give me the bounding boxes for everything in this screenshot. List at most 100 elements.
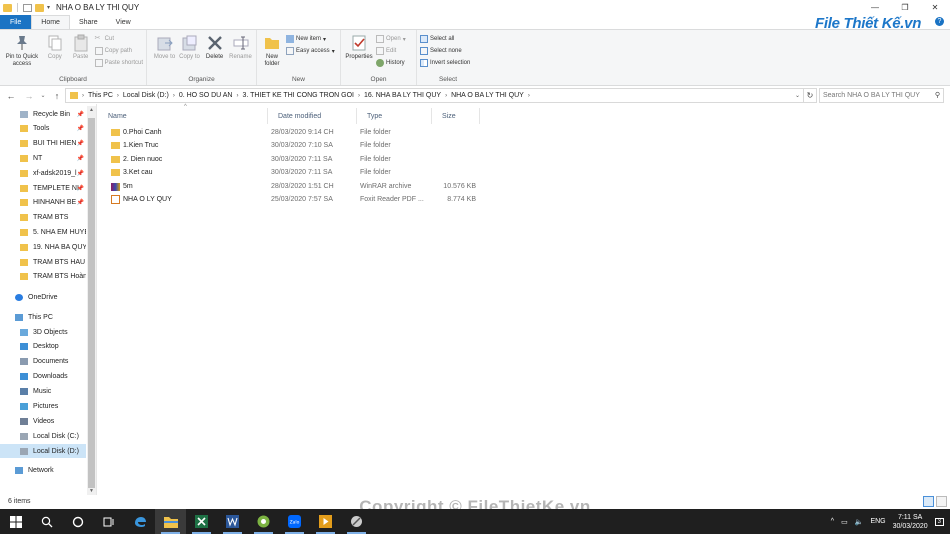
app-tools-icon[interactable] (341, 509, 372, 534)
nav-scroll-thumb[interactable] (88, 118, 95, 488)
nav-quick-access-item[interactable]: HINHANH BE 📌 (0, 196, 86, 210)
input-language[interactable]: ENG (870, 518, 885, 525)
chevron-right-icon[interactable]: › (528, 93, 530, 99)
nav-pc-item[interactable]: Videos (0, 414, 86, 428)
nav-quick-access-item[interactable]: BUI THI HIEN 📌 (0, 137, 86, 151)
chevron-right-icon[interactable]: › (358, 93, 360, 99)
file-row[interactable]: 0.Phoi Canh 28/03/2020 9:14 CH File folder (106, 126, 486, 139)
column-header-name[interactable]: Name (98, 108, 268, 124)
column-header-date[interactable]: Date modified (268, 108, 357, 124)
scroll-up-icon[interactable]: ▲ (87, 107, 96, 113)
open-button[interactable]: Open ▾ (376, 34, 406, 44)
network-icon[interactable]: ▭ (841, 518, 848, 526)
nav-quick-access-item[interactable]: TRAM BTS Hoàn (0, 270, 86, 284)
cut-button[interactable]: ✂ Cut (95, 34, 143, 44)
tab-view[interactable]: View (107, 15, 140, 29)
forward-arrow-icon[interactable]: → (22, 91, 36, 101)
nav-pc-item[interactable]: Local Disk (D:) (0, 444, 86, 459)
volume-icon[interactable]: 🔈 (855, 518, 864, 526)
up-arrow-icon[interactable]: ↑ (50, 91, 64, 101)
refresh-icon[interactable]: ↻ (804, 88, 817, 103)
chevron-right-icon[interactable]: › (237, 93, 239, 99)
nav-quick-access-item[interactable]: Tools 📌 (0, 122, 86, 136)
breadcrumb-ho-so-du-an[interactable]: 0. HO SO DU AN (179, 92, 233, 99)
word-icon[interactable] (217, 509, 248, 534)
nav-quick-access-item[interactable]: TRAM BTS HAU I (0, 255, 86, 269)
cortana-icon[interactable] (62, 509, 93, 534)
nav-quick-access-item[interactable]: TEMPLETE NI 📌 (0, 181, 86, 195)
media-player-icon[interactable] (310, 509, 341, 534)
paste-shortcut-button[interactable]: Paste shortcut (94, 58, 143, 68)
breadcrumb[interactable]: › This PC › Local Disk (D:) › 0. HO SO D… (65, 88, 804, 103)
nav-quick-access-item[interactable]: xf-adsk2019_l 📌 (0, 166, 86, 180)
scroll-down-icon[interactable]: ▼ (87, 488, 96, 494)
breadcrumb-current[interactable]: NHA O BA LY THI QUY (451, 92, 524, 99)
search-input[interactable]: Search NHA O BA LY THI QUY ⚲ (819, 88, 944, 103)
back-arrow-icon[interactable]: ← (4, 91, 18, 101)
nav-pc-item[interactable]: Music (0, 385, 86, 399)
breadcrumb-this-pc[interactable]: This PC (88, 92, 113, 99)
help-icon[interactable]: ? (935, 17, 944, 26)
task-view-icon[interactable] (93, 509, 124, 534)
breadcrumb-thiet-ke[interactable]: 3. THIET KE THI CONG TRON GOI (243, 92, 355, 99)
recent-locations-icon[interactable]: ⌄ (36, 92, 50, 99)
breadcrumb-nha-ba-ly-thi-quy[interactable]: 16. NHA BA LY THI QUY (364, 92, 441, 99)
new-item-button[interactable]: New item ▾ (286, 34, 335, 44)
copy-path-button[interactable]: Copy path (94, 46, 143, 56)
search-icon[interactable] (31, 509, 62, 534)
tab-file[interactable]: File (0, 15, 32, 29)
file-row[interactable]: 3.Ket cau 30/03/2020 7:11 SA File folder (106, 166, 486, 179)
file-row[interactable]: NHA O LY QUY 25/03/2020 7:57 SA Foxit Read… (106, 193, 486, 206)
folder-icon (111, 129, 120, 136)
nav-scrollbar[interactable]: ▲ ▼ (87, 106, 96, 495)
file-row[interactable]: 2. Dien nuoc 30/03/2020 7:11 SA File folde… (106, 153, 486, 166)
chevron-right-icon[interactable]: › (173, 93, 175, 99)
chevron-right-icon[interactable]: › (445, 93, 447, 99)
invert-selection-button[interactable]: Invert selection (420, 58, 470, 68)
nav-quick-access-item[interactable]: 5. NHA EM HUYE (0, 225, 86, 239)
history-button[interactable]: History (376, 58, 406, 68)
excel-icon[interactable] (186, 509, 217, 534)
file-row[interactable]: 5m 28/03/2020 1:51 CH WinRAR archive 10.576… (106, 180, 486, 193)
nav-pc-item[interactable]: Documents (0, 355, 86, 369)
customize-qat-icon[interactable]: ▾ (47, 4, 50, 11)
breadcrumb-local-disk-d[interactable]: Local Disk (D:) (123, 92, 169, 99)
nav-quick-access-item[interactable]: NT 📌 (0, 151, 86, 165)
nav-network[interactable]: Network (0, 463, 86, 477)
address-dropdown-icon[interactable]: ⌄ (795, 92, 800, 99)
easy-access-button[interactable]: Easy access ▾ (286, 46, 335, 56)
start-windows-icon[interactable] (0, 509, 31, 534)
maximize-button[interactable]: ❐ (890, 0, 920, 15)
minimize-button[interactable]: — (860, 0, 890, 15)
select-all-button[interactable]: Select all (420, 34, 470, 44)
file-row[interactable]: 1.Kien Truc 30/03/2020 7:10 SA File folder (106, 139, 486, 152)
zalo-icon[interactable]: Zalo (279, 509, 310, 534)
nav-this-pc[interactable]: This PC (0, 310, 86, 324)
new-folder-icon[interactable] (35, 3, 44, 12)
tab-share[interactable]: Share (70, 15, 107, 29)
select-none-button[interactable]: Select none (420, 46, 470, 56)
clock[interactable]: 7:11 SA 30/03/2020 (893, 513, 928, 531)
chevron-right-icon[interactable]: › (117, 93, 119, 99)
edit-button[interactable]: Edit (376, 46, 406, 56)
close-button[interactable]: ✕ (920, 0, 950, 15)
edge-icon[interactable] (124, 509, 155, 534)
nav-pc-item[interactable]: Downloads (0, 370, 86, 384)
chevron-right-icon[interactable]: › (82, 93, 84, 99)
column-header-size[interactable]: Size (432, 108, 480, 124)
tab-home[interactable]: Home (31, 15, 70, 29)
nav-pc-item[interactable]: 3D Objects (0, 325, 86, 339)
nav-quick-access-item[interactable]: TRAM BTS (0, 211, 86, 225)
nav-quick-access-item[interactable]: 19. NHA BA QUY (0, 240, 86, 254)
nav-pc-item[interactable]: Local Disk (C:) (0, 429, 86, 443)
notifications-icon[interactable]: 3 (934, 517, 944, 526)
file-explorer-icon[interactable] (155, 509, 186, 534)
nav-quick-access-item[interactable]: Recycle Bin 📌 (0, 107, 86, 121)
column-header-type[interactable]: Type (357, 108, 432, 124)
nav-pc-item[interactable]: Desktop (0, 340, 86, 354)
nav-onedrive[interactable]: OneDrive (0, 290, 86, 304)
show-hidden-icons-icon[interactable]: ^ (831, 518, 834, 525)
app-green-icon[interactable] (248, 509, 279, 534)
properties-check-icon[interactable] (23, 3, 32, 12)
nav-pc-item[interactable]: Pictures (0, 400, 86, 414)
